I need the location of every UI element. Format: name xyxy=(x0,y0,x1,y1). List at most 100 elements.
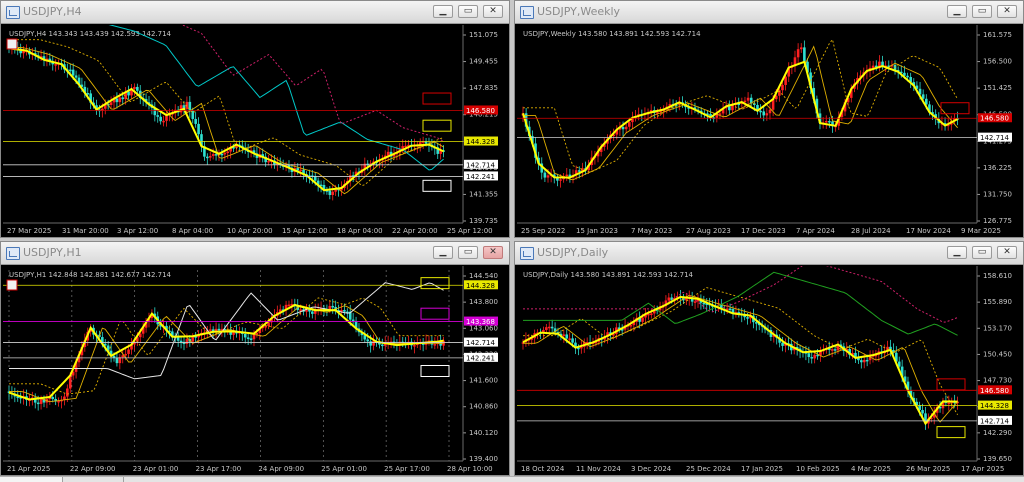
moving-average-mid xyxy=(9,297,444,395)
candle-body xyxy=(249,338,253,340)
price-label: 155.890 xyxy=(983,298,1012,306)
price-label: 158.610 xyxy=(983,272,1012,280)
candle-body xyxy=(112,355,116,358)
candle-body xyxy=(624,126,628,130)
close-button[interactable]: ✕ xyxy=(483,5,503,18)
chart-area[interactable]: USDJPY,H4 143.343 143.439 142.593 142.71… xyxy=(3,25,507,237)
candle-body xyxy=(223,152,227,155)
candle-body xyxy=(159,116,162,122)
price-label: 141.600 xyxy=(469,377,498,385)
maximize-icon: ▭ xyxy=(977,247,987,257)
window-tab[interactable] xyxy=(63,477,124,482)
candle-body xyxy=(565,334,569,339)
moving-average-mid xyxy=(523,287,958,416)
minimize-icon: ▁ xyxy=(439,6,447,16)
candle-body xyxy=(121,97,125,100)
candle-body xyxy=(559,179,562,181)
maximize-button[interactable]: ▭ xyxy=(458,246,478,259)
close-button[interactable]: ✕ xyxy=(997,246,1017,259)
price-label: 147.730 xyxy=(983,377,1012,385)
symbol-info: USDJPY,Daily 143.580 143.891 142.593 142… xyxy=(523,271,694,279)
price-chart[interactable]: USDJPY,H4 143.343 143.439 142.593 142.71… xyxy=(3,25,507,237)
title-bar[interactable]: USDJPY,H1 ▁ ▭ ✕ xyxy=(1,242,509,265)
candle-body xyxy=(311,311,314,314)
price-tag-label: 146.580 xyxy=(980,115,1009,123)
price-tag-label: 143.368 xyxy=(466,318,495,326)
minimize-button[interactable]: ▁ xyxy=(947,5,967,18)
time-label: 10 Feb 2025 xyxy=(796,465,840,473)
minimize-button[interactable]: ▁ xyxy=(433,5,453,18)
time-label: 8 Apr 04:00 xyxy=(172,227,213,235)
minimize-button[interactable]: ▁ xyxy=(947,246,967,259)
candle-body xyxy=(115,357,119,364)
moving-average-mid xyxy=(523,38,958,173)
close-button[interactable]: ✕ xyxy=(483,246,503,259)
candle-body xyxy=(743,100,747,103)
candle-body xyxy=(328,190,332,196)
maximize-button[interactable]: ▭ xyxy=(458,5,478,18)
time-label: 25 Dec 2024 xyxy=(686,465,731,473)
time-label: 17 Apr 2025 xyxy=(961,465,1004,473)
time-label: 3 Apr 12:00 xyxy=(117,227,158,235)
price-tag-label: 144.328 xyxy=(980,402,1009,410)
candle-body xyxy=(68,69,72,72)
chart-area[interactable]: USDJPY,Weekly 143.580 143.891 142.593 14… xyxy=(517,25,1021,237)
window-title: USDJPY,H4 xyxy=(23,5,82,18)
price-chart[interactable]: USDJPY,Daily 143.580 143.891 142.593 142… xyxy=(517,266,1021,475)
price-tag-label: 144.328 xyxy=(466,138,495,146)
zone-box xyxy=(422,92,452,105)
time-label: 17 Nov 2024 xyxy=(906,227,951,235)
price-label: 156.500 xyxy=(983,58,1012,66)
price-label: 150.450 xyxy=(983,350,1012,358)
candle-body xyxy=(702,302,706,305)
candle-body xyxy=(124,353,127,356)
time-label: 9 Mar 2025 xyxy=(961,227,1001,235)
zigzag-indicator xyxy=(8,303,444,401)
time-label: 28 Jul 2024 xyxy=(851,227,891,235)
title-bar[interactable]: USDJPY,Weekly ▁ ▭ ✕ xyxy=(515,1,1023,24)
candle-body xyxy=(351,319,355,322)
maximize-button[interactable]: ▭ xyxy=(972,246,992,259)
candle-body xyxy=(571,338,574,343)
chart-window-daily[interactable]: USDJPY,Daily ▁ ▭ ✕ USDJPY,Daily 143.580 … xyxy=(514,241,1024,476)
price-tag-label: 142.241 xyxy=(466,173,495,181)
candle-body xyxy=(340,309,343,312)
title-bar[interactable]: USDJPY,Daily ▁ ▭ ✕ xyxy=(515,242,1023,265)
chart-area[interactable]: USDJPY,H1 142.848 142.881 142.677 142.71… xyxy=(3,266,507,475)
candle-body xyxy=(299,309,302,311)
candle-body xyxy=(217,328,221,331)
maximize-button[interactable]: ▭ xyxy=(972,5,992,18)
close-button[interactable]: ✕ xyxy=(997,5,1017,18)
candle-body xyxy=(386,151,390,156)
chart-area[interactable]: USDJPY,Daily 143.580 143.891 142.593 142… xyxy=(517,266,1021,475)
maximize-icon: ▭ xyxy=(463,247,473,257)
candle-body xyxy=(66,388,69,397)
candle-body xyxy=(71,69,75,76)
candle-body xyxy=(226,151,230,154)
price-label: 141.355 xyxy=(469,190,498,198)
candle-body xyxy=(206,156,209,159)
candle-body xyxy=(313,176,317,181)
maximize-icon: ▭ xyxy=(463,6,473,16)
price-chart[interactable]: USDJPY,H1 142.848 142.881 142.677 142.71… xyxy=(3,266,507,475)
price-tag-label: 142.714 xyxy=(980,417,1009,425)
title-bar[interactable]: USDJPY,H4 ▁ ▭ ✕ xyxy=(1,1,509,24)
time-label: 24 Apr 09:00 xyxy=(258,465,304,473)
candle-body xyxy=(828,120,831,123)
window-tab[interactable] xyxy=(0,477,63,482)
maximize-icon: ▭ xyxy=(977,6,987,16)
candle-body xyxy=(621,127,625,130)
zone-box xyxy=(422,119,452,132)
chart-window-h1[interactable]: USDJPY,H1 ▁ ▭ ✕ USDJPY,H1 142.848 142.88… xyxy=(0,241,510,476)
chart-window-weekly[interactable]: USDJPY,Weekly ▁ ▭ ✕ USDJPY,Weekly 143.58… xyxy=(514,0,1024,238)
candle-body xyxy=(545,327,548,330)
time-label: 25 Apr 17:00 xyxy=(384,465,430,473)
candle-body xyxy=(208,329,212,331)
chart-window-h4[interactable]: USDJPY,H4 ▁ ▭ ✕ USDJPY,H4 143.343 143.43… xyxy=(0,0,510,238)
price-label: 144.540 xyxy=(469,272,498,280)
price-chart[interactable]: USDJPY,Weekly 143.580 143.891 142.593 14… xyxy=(517,25,1021,237)
candle-body xyxy=(765,113,769,116)
candle-body xyxy=(133,86,136,89)
time-label: 28 Apr 10:00 xyxy=(447,465,493,473)
minimize-button[interactable]: ▁ xyxy=(433,246,453,259)
